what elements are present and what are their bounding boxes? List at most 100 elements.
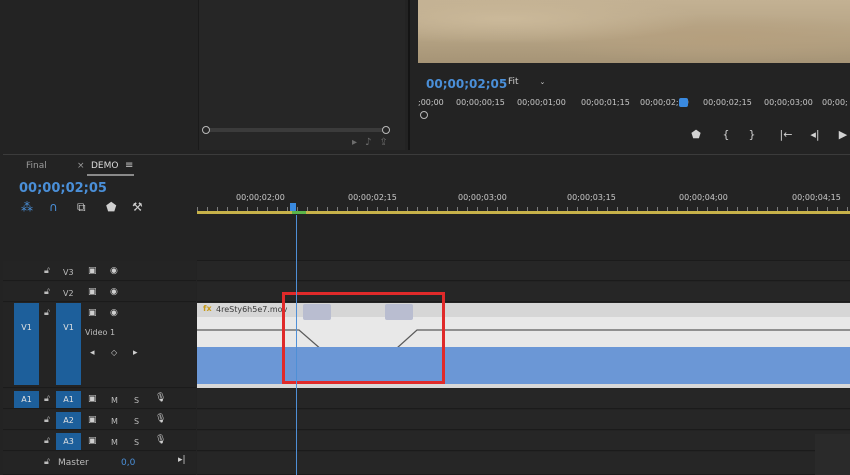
source-export-buttons[interactable]: ▸♪⇪ — [352, 137, 396, 148]
eye-icon[interactable]: ◉ — [110, 266, 118, 276]
program-ruler-tick: ;00;00 — [418, 98, 444, 107]
sync-lock-icon[interactable]: ▣ — [88, 436, 97, 446]
track-lane-v3[interactable] — [197, 261, 850, 281]
lock-icon[interactable]: 🔓︎ — [44, 308, 50, 318]
program-scroll-handle[interactable] — [420, 111, 428, 119]
program-ruler-tick: 00;00; — [822, 98, 848, 107]
nest-sequence-icon[interactable]: ⁂ — [21, 200, 33, 214]
project-panel — [0, 0, 198, 150]
microphone-icon[interactable]: 🎙︎ — [155, 435, 166, 445]
microphone-icon[interactable]: 🎙︎ — [155, 414, 166, 424]
master-volume-value[interactable]: 0,0 — [121, 458, 135, 468]
solo-button[interactable]: S — [134, 438, 139, 447]
scrollbar-right-handle[interactable] — [382, 126, 390, 134]
mute-button[interactable]: M — [111, 396, 118, 405]
track-target-a3[interactable]: A3 — [56, 433, 81, 450]
play-icon: ▶ — [838, 128, 848, 141]
lock-icon[interactable]: 🔓︎ — [44, 436, 50, 446]
track-name-v1: Video 1 — [85, 328, 116, 337]
timeline-ruler-tick: 00;00;03;00 — [458, 193, 507, 202]
step-back-icon: ◂| — [810, 128, 820, 141]
settings-wrench-icon[interactable]: ⚒ — [132, 200, 143, 214]
marker-icon: ⬟ — [691, 128, 701, 141]
source-zoom-scrollbar[interactable] — [202, 126, 390, 134]
track-lane-a2[interactable] — [197, 410, 850, 430]
active-tab-indicator — [87, 174, 134, 176]
sync-lock-icon[interactable]: ▣ — [88, 266, 97, 276]
lock-icon[interactable]: 🔓︎ — [44, 457, 50, 467]
track-label-v2: V2 — [63, 289, 74, 298]
track-lane-master[interactable] — [197, 452, 850, 475]
microphone-icon[interactable]: 🎙︎ — [155, 393, 166, 403]
clip-footer — [197, 384, 850, 388]
program-playhead[interactable] — [679, 98, 688, 107]
sync-lock-icon[interactable]: ▣ — [88, 415, 97, 425]
mark-out-button[interactable]: } — [745, 128, 759, 141]
timeline-timecode[interactable]: 00;00;02;05 — [19, 181, 107, 196]
sync-lock-icon[interactable]: ▣ — [88, 394, 97, 404]
mark-in-icon: { — [722, 128, 730, 141]
step-back-button[interactable]: ◂| — [808, 128, 822, 141]
track-target-v1[interactable]: V1 — [56, 303, 81, 385]
close-icon[interactable]: × — [77, 161, 85, 171]
timeline-ruler-tick: 00;00;03;15 — [567, 193, 616, 202]
mark-out-icon: } — [748, 128, 756, 141]
lock-icon[interactable]: 🔓︎ — [44, 266, 50, 276]
lock-icon[interactable]: 🔓︎ — [44, 287, 50, 297]
track-lane-a3[interactable] — [197, 431, 850, 451]
program-ruler-tick: 00;00;01;15 — [581, 98, 630, 107]
panel-menu-icon[interactable]: ≡ — [125, 160, 133, 171]
program-time-ruler[interactable]: ;00;00 00;00;00;15 00;00;01;00 00;00;01;15 0… — [418, 95, 850, 109]
add-marker-icon[interactable]: ⬟ — [106, 200, 116, 214]
program-video-frame — [418, 0, 850, 63]
solo-button[interactable]: S — [134, 396, 139, 405]
export-frame-icon[interactable]: ⇪ — [379, 137, 395, 148]
fit-dropdown-label: Fit — [508, 77, 519, 87]
track-target-a2[interactable]: A2 — [56, 412, 81, 429]
sync-lock-icon[interactable]: ▣ — [88, 287, 97, 297]
program-timecode[interactable]: 00;00;02;05 — [426, 77, 507, 91]
track-lane-a1[interactable] — [197, 389, 850, 409]
track-target-a1[interactable]: A1 — [56, 391, 81, 408]
highlight-box — [282, 292, 445, 384]
add-marker-button[interactable]: ⬟ — [689, 128, 703, 141]
master-label: Master — [58, 458, 89, 468]
chevron-down-icon: ⌄ — [539, 78, 546, 86]
program-ruler-tick: 00;00;03;00 — [764, 98, 813, 107]
lock-icon[interactable]: 🔓︎ — [44, 415, 50, 425]
empty-lane-area — [197, 215, 850, 261]
go-to-in-button[interactable]: |← — [779, 128, 793, 141]
eye-icon[interactable]: ◉ — [110, 308, 118, 318]
panel-corner — [815, 434, 850, 475]
track-label-v3: V3 — [63, 268, 74, 277]
snap-magnet-icon[interactable]: ∩ — [49, 200, 58, 214]
tab-final[interactable]: Final — [26, 161, 47, 171]
solo-button[interactable]: S — [134, 417, 139, 426]
play-button[interactable]: ▶ — [836, 128, 850, 141]
mark-in-button[interactable]: { — [719, 128, 733, 141]
timeline-playhead-handle[interactable] — [290, 203, 296, 211]
add-keyframe-icon[interactable]: ◇ — [111, 348, 117, 357]
timeline-playhead-line[interactable] — [296, 215, 297, 475]
fit-dropdown[interactable]: Fit ⌄ — [508, 77, 560, 91]
rendered-segment — [292, 211, 306, 214]
scrollbar-left-handle[interactable] — [202, 126, 210, 134]
sync-lock-icon[interactable]: ▣ — [88, 308, 97, 318]
source-patch-v1[interactable]: V1 — [14, 303, 39, 385]
next-keyframe-icon[interactable]: ▸ — [133, 348, 138, 358]
eye-icon[interactable]: ◉ — [110, 287, 118, 297]
insert-audio-icon[interactable]: ▸♪ — [352, 137, 379, 148]
timeline-ruler-tick: 00;00;02;15 — [348, 193, 397, 202]
lock-icon[interactable]: 🔓︎ — [44, 394, 50, 404]
go-to-end-icon[interactable]: ▸| — [178, 455, 186, 465]
source-patch-a1[interactable]: A1 — [14, 391, 39, 408]
track-header-master — [3, 452, 196, 475]
mute-button[interactable]: M — [111, 417, 118, 426]
track-header-a2 — [3, 410, 196, 430]
tab-demo[interactable]: DEMO — [91, 161, 118, 171]
prev-keyframe-icon[interactable]: ◂ — [90, 348, 95, 358]
program-ruler-tick: 00;00;01;00 — [517, 98, 566, 107]
mute-button[interactable]: M — [111, 438, 118, 447]
linked-selection-icon[interactable]: ⧉ — [77, 200, 86, 215]
timeline-ruler-tick: 00;00;02;00 — [236, 193, 285, 202]
